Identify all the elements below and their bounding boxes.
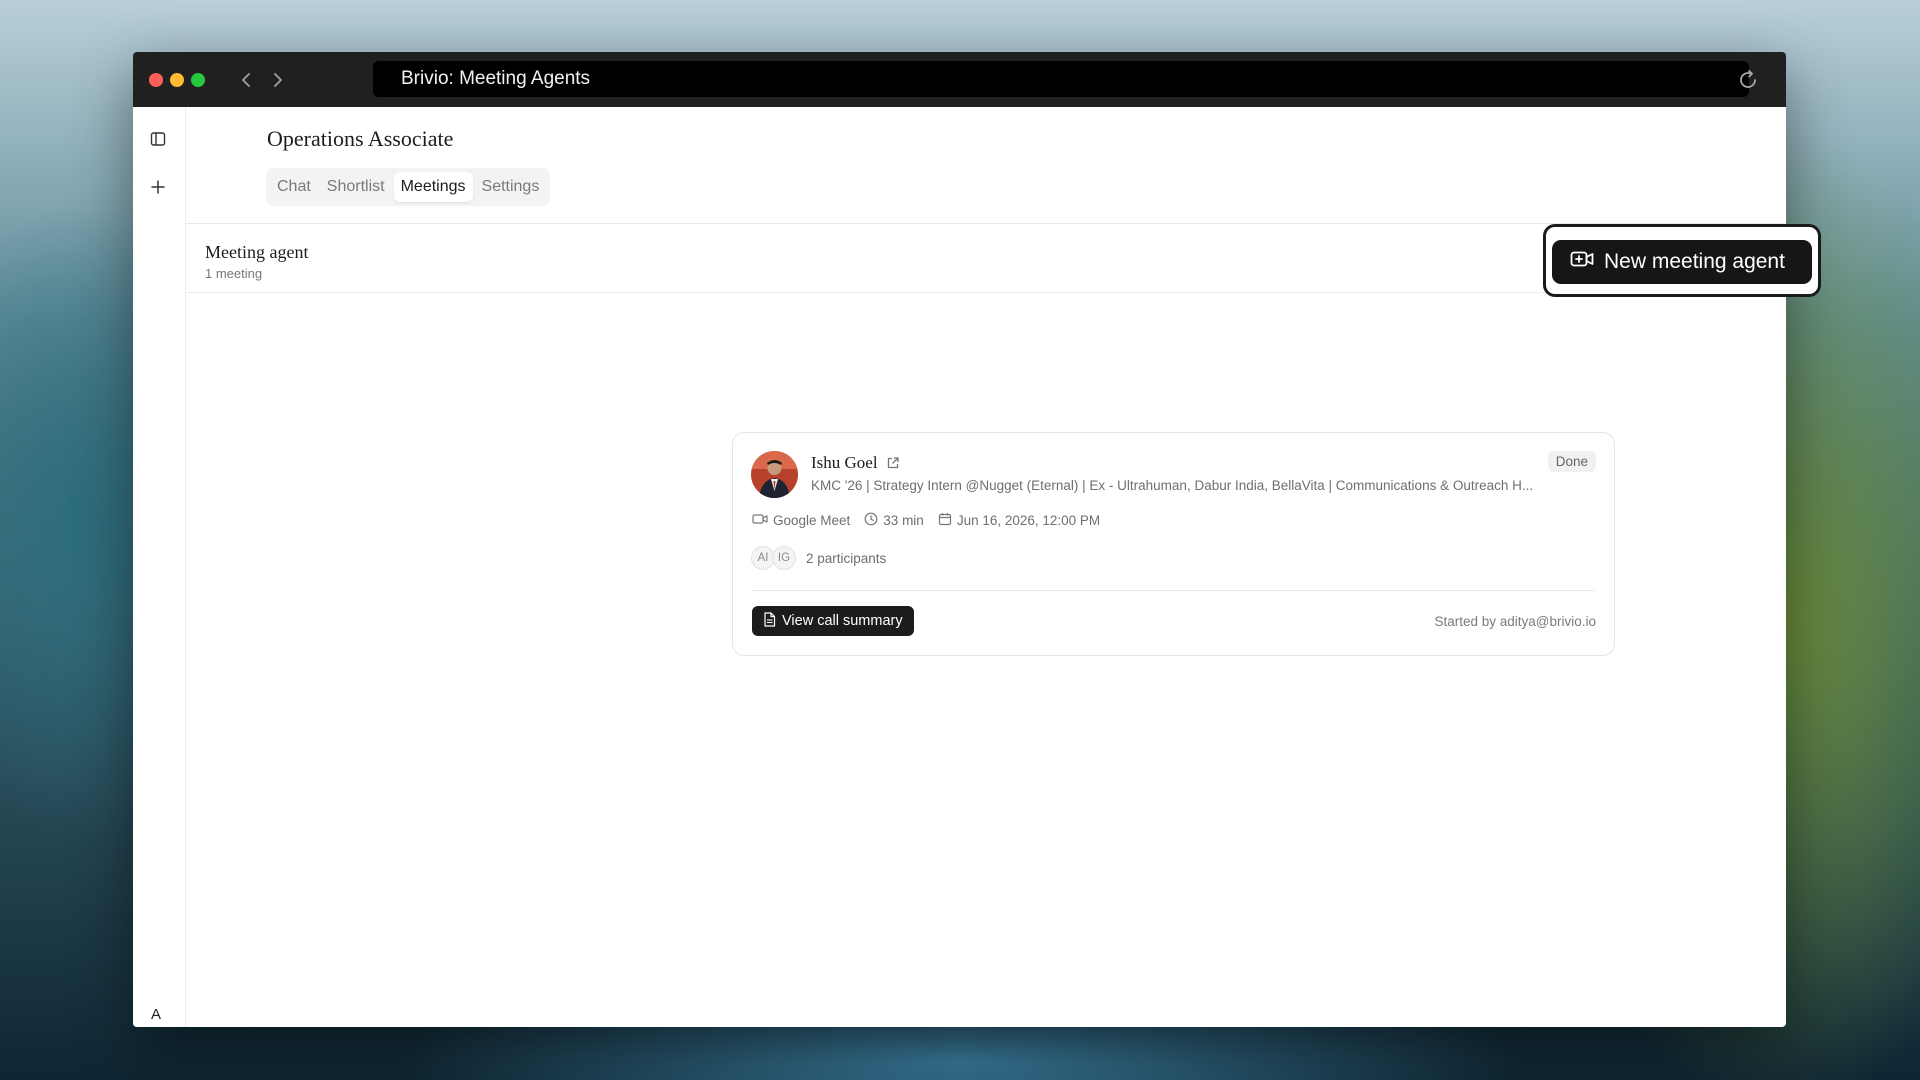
document-icon — [763, 611, 776, 631]
back-icon[interactable] — [239, 70, 253, 90]
started-by: Started by aditya@brivio.io — [1434, 614, 1596, 629]
maximize-window-button[interactable] — [191, 72, 205, 87]
datetime-meta: Jun 16, 2026, 12:00 PM — [938, 512, 1100, 529]
video-camera-plus-icon — [1570, 250, 1594, 274]
window-controls — [149, 72, 205, 87]
duration-meta: 33 min — [864, 512, 924, 529]
clock-icon — [864, 512, 878, 529]
meeting-count: 1 meeting — [205, 266, 263, 281]
page-url-title: Brivio: Meeting Agents — [401, 68, 591, 89]
new-meeting-agent-label: New meeting agent — [1604, 250, 1785, 273]
section-title: Meeting agent — [205, 242, 309, 262]
duration-label: 33 min — [883, 513, 924, 528]
participants-row: AI IG 2 participants — [751, 546, 886, 570]
close-window-button[interactable] — [149, 72, 163, 87]
platform-label: Google Meet — [773, 513, 851, 528]
calendar-icon — [938, 512, 952, 529]
card-divider — [752, 590, 1595, 591]
sidebar: A — [133, 107, 186, 1027]
page-title: Operations Associate — [267, 126, 454, 151]
forward-icon[interactable] — [271, 70, 285, 90]
tab-bar: Chat Shortlist Meetings Settings — [266, 168, 551, 206]
minimize-window-button[interactable] — [170, 72, 184, 87]
new-meeting-agent-button[interactable]: New meeting agent — [1552, 240, 1812, 284]
participant-name: Ishu Goel — [811, 453, 878, 472]
meeting-meta: Google Meet 33 min Jun 16, 2026, 12:00 P… — [752, 512, 1100, 529]
reload-icon[interactable] — [1736, 68, 1760, 92]
datetime-label: Jun 16, 2026, 12:00 PM — [956, 513, 1101, 528]
tab-chat[interactable]: Chat — [270, 172, 318, 202]
navigation-arrows — [239, 70, 285, 90]
status-badge: Done — [1547, 451, 1596, 472]
tab-shortlist[interactable]: Shortlist — [320, 172, 392, 202]
header-divider — [186, 223, 1786, 224]
video-camera-icon — [752, 513, 768, 528]
title-bar: Brivio: Meeting Agents — [133, 52, 1786, 107]
user-avatar[interactable]: A — [143, 1001, 169, 1027]
sidebar-panel-icon[interactable] — [147, 128, 169, 150]
plus-icon[interactable] — [147, 176, 169, 198]
name-row: Ishu Goel — [811, 453, 900, 473]
external-link-icon[interactable] — [886, 456, 900, 470]
participant-headline: KMC '26 | Strategy Intern @Nugget (Etern… — [811, 478, 1534, 493]
tab-meetings[interactable]: Meetings — [393, 172, 473, 202]
participants-count: 2 participants — [806, 550, 887, 566]
participant-chip: IG — [772, 546, 796, 570]
browser-window: Brivio: Meeting Agents A Operations Asso… — [133, 52, 1786, 1027]
meeting-card[interactable]: Ishu Goel KMC '26 | Strategy Intern @Nug… — [732, 432, 1615, 656]
view-call-summary-label: View call summary — [782, 613, 903, 629]
address-bar[interactable]: Brivio: Meeting Agents — [373, 61, 1749, 97]
participant-avatar — [751, 451, 798, 498]
tab-settings[interactable]: Settings — [475, 172, 547, 202]
platform-meta: Google Meet — [752, 513, 850, 528]
view-call-summary-button[interactable]: View call summary — [752, 606, 914, 636]
